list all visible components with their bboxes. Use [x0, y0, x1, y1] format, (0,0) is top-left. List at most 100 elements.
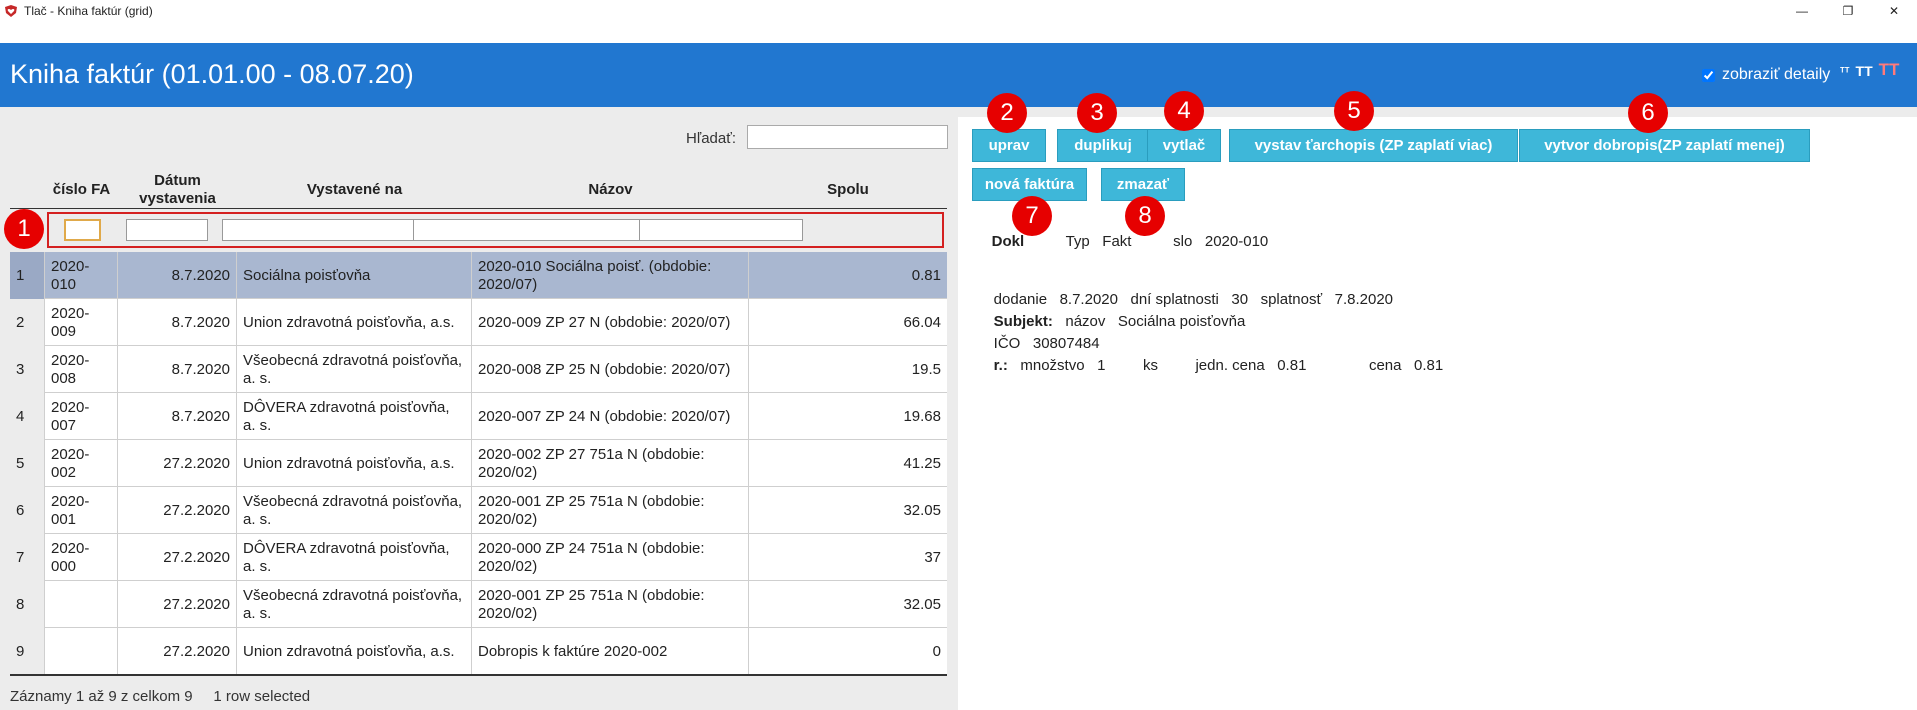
record-count: Záznamy 1 až 9 z celkom 9 [10, 688, 193, 705]
unit-value: ks [1142, 357, 1158, 374]
close-icon[interactable]: ✕ [1871, 0, 1917, 22]
row-number-cell: 8 [10, 581, 45, 628]
column-header-spolu[interactable]: Spolu [749, 160, 947, 220]
page-header: Kniha faktúr (01.01.00 - 08.07.20) zobra… [0, 43, 1917, 107]
table-row[interactable]: 6 2020-001 27.2.2020 Všeobecná zdravotná po… [10, 487, 947, 534]
show-details-toggle[interactable]: zobraziť detaily [1702, 66, 1830, 84]
typ-label: Typ [1065, 233, 1090, 250]
item-line: r.: množstvo 1 ks jedn. cena 0.81 cena 0… [977, 340, 1444, 391]
table-row[interactable]: 9 27.2.2020 Union zdravotná poisťovňa, a.s… [10, 628, 947, 675]
create-credit-note-button[interactable]: vytvor dobropis(ZP zaplatí menej) [1519, 129, 1810, 162]
column-header-vystavene[interactable]: Vystavené na [237, 160, 472, 220]
invoice-number-cell: 2020-000 [45, 534, 118, 581]
callout-badge-7: 7 [1012, 196, 1052, 236]
print-button[interactable]: vytlač [1147, 129, 1221, 162]
row-number-cell: 7 [10, 534, 45, 581]
minimize-icon[interactable]: — [1779, 0, 1825, 22]
table-row[interactable]: 3 2020-008 8.7.2020 Všeobecná zdravotná poi… [10, 346, 947, 393]
invoice-total-cell: 37 [924, 548, 941, 566]
page-title: Kniha faktúr (01.01.00 - 08.07.20) [10, 59, 414, 89]
filter-nazov-input[interactable] [413, 219, 647, 241]
window-titlebar: Tlač - Kniha faktúr (grid) — ❐ ✕ [0, 0, 1917, 22]
table-row[interactable]: 5 2020-002 27.2.2020 Union zdravotná poisťo… [10, 440, 947, 487]
invoice-number-cell: 2020-002 [45, 440, 118, 487]
edit-button[interactable]: uprav [972, 129, 1046, 162]
table-row[interactable]: 2 2020-009 8.7.2020 Union zdravotná poisťov… [10, 299, 947, 346]
invoice-total-cell: 32.05 [903, 595, 941, 613]
show-details-label: zobraziť detaily [1722, 66, 1831, 83]
price-label: cena [1368, 357, 1402, 374]
invoice-name-cell: 2020-001 ZP 25 751a N (obdobie: 2020/02) [472, 581, 749, 628]
invoice-name-cell: 2020-010 Sociálna poisť. (obdobie: 2020/… [472, 252, 749, 299]
invoice-name-cell: 2020-001 ZP 25 751a N (obdobie: 2020/02) [472, 487, 749, 534]
invoice-number-cell: 2020-009 [45, 299, 118, 346]
search-input[interactable] [747, 125, 948, 149]
issued-to-cell: DÔVERA zdravotná poisťovňa, a. s. [237, 393, 472, 440]
price-value: 0.81 [1413, 357, 1444, 374]
invoice-number-cell [45, 581, 118, 628]
issued-to-cell: Všeobecná zdravotná poisťovňa, a. s. [237, 346, 472, 393]
row-number-cell: 1 [10, 252, 45, 299]
due-date-label: splatnosť [1260, 291, 1323, 308]
window-title: Tlač - Kniha faktúr (grid) [24, 4, 153, 18]
table-row[interactable]: 4 2020-007 8.7.2020 DÔVERA zdravotná poisťo… [10, 393, 947, 440]
filter-datum-input[interactable] [126, 219, 208, 241]
restore-icon[interactable]: ❐ [1825, 0, 1871, 22]
due-date-value: 7.8.2020 [1334, 291, 1393, 308]
invoice-name-cell: Dobropis k faktúre 2020-002 [472, 628, 749, 675]
column-header-cislo[interactable]: číslo FA [45, 160, 118, 220]
invoice-grid-panel: Hľadať: číslo FA Dátum vystavenia Vystav… [0, 112, 955, 710]
row-label: r.: [993, 357, 1008, 374]
invoice-name-cell: 2020-000 ZP 24 751a N (obdobie: 2020/02) [472, 534, 749, 581]
issue-date-cell: 27.2.2020 [118, 581, 237, 628]
row-number-cell: 3 [10, 346, 45, 393]
callout-badge-3: 3 [1077, 93, 1117, 133]
heart-shield-icon [5, 5, 17, 17]
issue-date-cell: 8.7.2020 [118, 346, 237, 393]
column-header-nazov[interactable]: Názov [472, 160, 749, 220]
table-row[interactable]: 1 2020-010 8.7.2020 Sociálna poisťovňa 2020-… [10, 252, 947, 299]
filter-spolu-input[interactable] [639, 219, 803, 241]
filter-cislo-input[interactable] [64, 219, 101, 241]
issued-to-cell: Union zdravotná poisťovňa, a.s. [237, 628, 472, 675]
invoice-number-cell: 2020-010 [45, 252, 118, 299]
header-divider [10, 208, 947, 209]
typ-value: Fakt [1102, 233, 1132, 250]
show-details-checkbox[interactable] [1702, 68, 1715, 82]
cislo-value: 2020-010 [1204, 233, 1269, 250]
issue-date-cell: 27.2.2020 [118, 487, 237, 534]
invoice-total-cell: 0 [932, 642, 941, 660]
invoice-total-cell: 32.05 [903, 501, 941, 519]
invoice-number-cell [45, 628, 118, 675]
callout-badge-2: 2 [987, 93, 1027, 133]
font-medium-icon[interactable]: TT [1856, 64, 1873, 78]
issue-date-cell: 8.7.2020 [118, 393, 237, 440]
quantity-label: množstvo [1020, 357, 1085, 374]
font-small-icon[interactable]: ᵀᵀ [1840, 67, 1850, 78]
duplicate-button[interactable]: duplikuj [1057, 129, 1149, 162]
row-number-cell: 9 [10, 628, 45, 675]
filter-vystavene-input[interactable] [222, 219, 421, 241]
row-number-cell: 5 [10, 440, 45, 487]
font-large-icon[interactable]: TT [1879, 61, 1900, 78]
invoice-name-cell: 2020-008 ZP 25 N (obdobie: 2020/07) [472, 346, 749, 393]
issue-date-cell: 8.7.2020 [118, 252, 237, 299]
invoice-total-cell: 41.25 [903, 454, 941, 472]
table-row[interactable]: 8 27.2.2020 Všeobecná zdravotná poisťovňa,… [10, 581, 947, 628]
issue-date-cell: 27.2.2020 [118, 534, 237, 581]
invoice-detail-panel: uprav duplikuj vytlač vystav ťarchopis (… [958, 117, 1917, 710]
invoice-total-cell: 19.68 [903, 407, 941, 425]
selection-count: 1 row selected [213, 688, 311, 705]
invoice-total-cell: 19.5 [911, 360, 941, 378]
table-row[interactable]: 7 2020-000 27.2.2020 DÔVERA zdravotná poisť… [10, 534, 947, 581]
column-header-datum[interactable]: Dátum vystavenia [118, 160, 237, 220]
issue-date-cell: 27.2.2020 [118, 628, 237, 675]
callout-badge-8: 8 [1125, 196, 1165, 236]
grid-header: číslo FA Dátum vystavenia Vystavené na N… [10, 160, 947, 220]
grid-status: Záznamy 1 až 9 z celkom 9 1 row selected [10, 688, 310, 705]
create-debit-note-button[interactable]: vystav ťarchopis (ZP zaplatí viac) [1229, 129, 1518, 162]
cislo-label: slo [1173, 233, 1193, 250]
invoice-name-cell: 2020-002 ZP 27 751a N (obdobie: 2020/02) [472, 440, 749, 487]
callout-badge-4: 4 [1164, 91, 1204, 131]
subject-name-value: Sociálna poisťovňa [1117, 313, 1246, 330]
